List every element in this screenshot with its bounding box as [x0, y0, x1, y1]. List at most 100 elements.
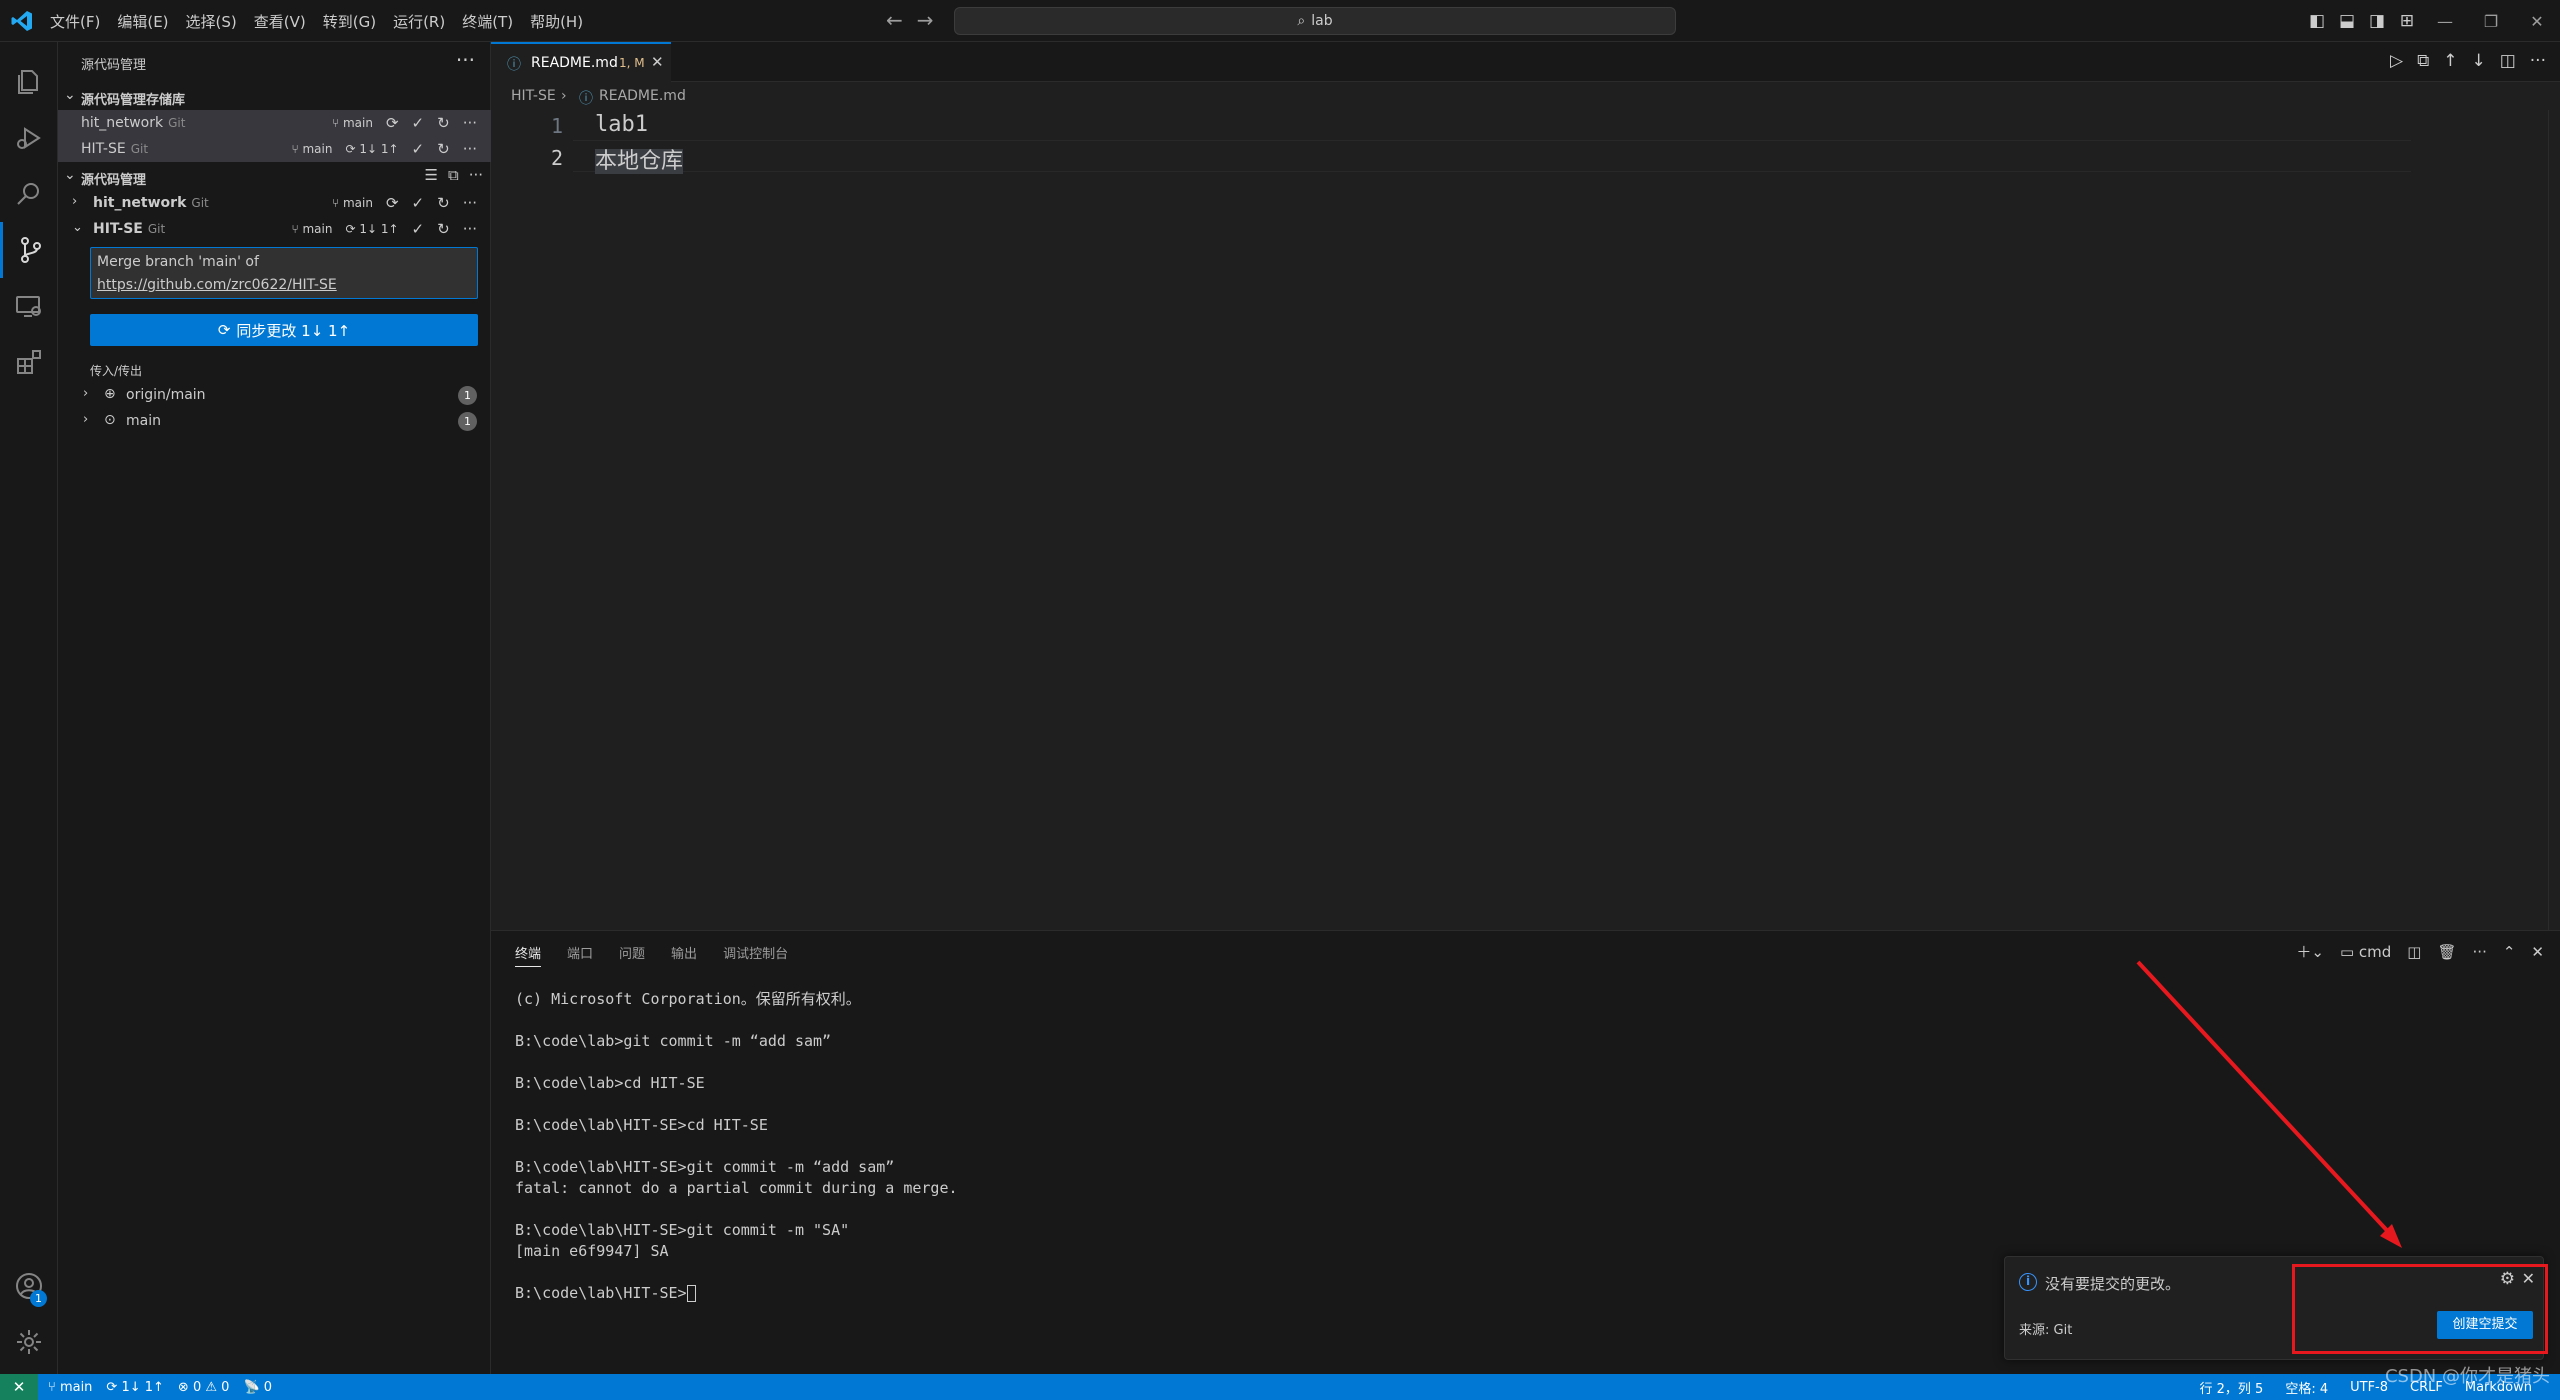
- branch-indicator[interactable]: ⑂ main: [332, 196, 373, 210]
- menu-view[interactable]: 查看(V): [254, 11, 306, 32]
- chevron-down-icon: ⌄: [72, 220, 83, 235]
- code-line[interactable]: lab1: [595, 112, 648, 137]
- source-control-icon[interactable]: [0, 222, 58, 278]
- collapse-all-icon[interactable]: ⧉: [448, 166, 459, 184]
- status-sync[interactable]: ⟳ 1↓ 1↑: [106, 1380, 164, 1395]
- refresh-icon[interactable]: ↻: [437, 140, 450, 158]
- status-encoding[interactable]: UTF-8: [2350, 1380, 2388, 1395]
- commit-check-icon[interactable]: ✓: [412, 140, 425, 158]
- tab-problems[interactable]: 问题: [619, 943, 645, 967]
- branch-indicator[interactable]: ⑂ main: [291, 142, 332, 156]
- previous-change-icon[interactable]: ↑: [2443, 51, 2457, 71]
- terminal-prompt-line: B:\code\lab\HIT-SE>: [515, 1283, 958, 1304]
- menu-go[interactable]: 转到(G): [323, 11, 376, 32]
- sidebar-more-icon[interactable]: ···: [456, 48, 475, 72]
- back-arrow-icon[interactable]: ←: [886, 8, 903, 32]
- status-indentation[interactable]: 空格: 4: [2285, 1378, 2328, 1397]
- repositories-section-header[interactable]: ⌄ 源代码管理存储库: [58, 84, 491, 110]
- sync-status[interactable]: ⟳ 1↓ 1↑: [345, 142, 398, 156]
- restore-icon[interactable]: ❐: [2468, 12, 2514, 31]
- minimize-icon[interactable]: —: [2422, 12, 2468, 31]
- sync-changes-button[interactable]: ⟳ 同步更改 1↓ 1↑: [90, 314, 478, 346]
- ref-row-origin-main[interactable]: › ⊕ origin/main 1: [58, 382, 491, 408]
- code-editor[interactable]: 1 lab1 2 本地仓库: [491, 110, 2560, 930]
- status-cursor-position[interactable]: 行 2，列 5: [2200, 1378, 2264, 1397]
- kill-terminal-icon[interactable]: 🗑: [2437, 943, 2456, 961]
- customize-layout-icon[interactable]: ⊞: [2392, 11, 2422, 31]
- terminal-output[interactable]: (c) Microsoft Corporation。保留所有权利。​B:\cod…: [515, 989, 958, 1304]
- commit-check-icon[interactable]: ✓: [412, 194, 425, 212]
- maximize-panel-icon[interactable]: ⌃: [2503, 943, 2516, 961]
- extensions-icon[interactable]: [0, 334, 58, 390]
- source-control-section-header[interactable]: ⌄ 源代码管理 ☰ ⧉ ···: [58, 164, 491, 190]
- refresh-icon[interactable]: ↻: [437, 220, 450, 238]
- tab-output[interactable]: 输出: [671, 943, 697, 967]
- toggle-panel-icon[interactable]: ⬓: [2332, 11, 2362, 31]
- breadcrumb-file[interactable]: README.md: [599, 88, 686, 104]
- more-actions-icon[interactable]: ···: [463, 114, 477, 132]
- branch-indicator[interactable]: ⑂ main: [291, 222, 332, 236]
- menu-terminal[interactable]: 终端(T): [462, 11, 513, 32]
- terminal-line: ​: [515, 1136, 958, 1157]
- menu-selection[interactable]: 选择(S): [186, 11, 237, 32]
- run-debug-icon[interactable]: [0, 110, 58, 166]
- repository-row-hit-se[interactable]: HIT-SE Git ⑂ main ⟳ 1↓ 1↑ ✓ ↻ ···: [58, 136, 491, 162]
- split-terminal-icon[interactable]: ◫: [2407, 943, 2421, 961]
- status-ports[interactable]: 📡 0: [243, 1380, 272, 1395]
- command-center-search[interactable]: ⌕ lab: [954, 7, 1676, 35]
- new-terminal-icon[interactable]: ＋⌄: [2296, 941, 2324, 962]
- next-change-icon[interactable]: ↓: [2471, 51, 2485, 71]
- sync-status[interactable]: ⟳ 1↓ 1↑: [345, 222, 398, 236]
- close-tab-icon[interactable]: ✕: [651, 53, 664, 71]
- manage-gear-icon[interactable]: [0, 1314, 58, 1370]
- explorer-icon[interactable]: [0, 54, 58, 110]
- menu-help[interactable]: 帮助(H): [530, 11, 583, 32]
- refresh-icon[interactable]: ↻: [437, 114, 450, 132]
- repository-row-hit-network[interactable]: hit_network Git ⑂ main ⟳ ✓ ↻ ···: [58, 110, 491, 136]
- terminal-shell-selector[interactable]: ▭ cmd: [2340, 943, 2391, 961]
- terminal-line: B:\code\lab\HIT-SE>git commit -m "SA": [515, 1221, 850, 1239]
- run-icon[interactable]: ▷: [2390, 51, 2403, 71]
- sync-icon[interactable]: ⟳: [386, 114, 399, 132]
- status-branch[interactable]: ⑂ main: [48, 1380, 92, 1395]
- more-actions-icon[interactable]: ···: [463, 140, 477, 158]
- commit-message-input[interactable]: Merge branch 'main' of https://github.co…: [90, 247, 478, 299]
- scm-repo-hit-se[interactable]: ⌄ HIT-SE Git ⑂ main ⟳ 1↓ 1↑ ✓ ↻ ···: [58, 216, 491, 242]
- sync-icon[interactable]: ⟳: [386, 194, 399, 212]
- forward-arrow-icon[interactable]: →: [917, 8, 934, 32]
- split-editor-icon[interactable]: ◫: [2500, 51, 2516, 71]
- tab-debug-console[interactable]: 调试控制台: [723, 943, 788, 967]
- more-actions-icon[interactable]: ···: [463, 220, 477, 238]
- scm-repo-hit-network[interactable]: › hit_network Git ⑂ main ⟳ ✓ ↻ ···: [58, 190, 491, 216]
- close-panel-icon[interactable]: ✕: [2531, 943, 2544, 961]
- editor-scrollbar[interactable]: [2548, 110, 2560, 930]
- ref-row-main[interactable]: › ⊙ main 1: [58, 408, 491, 434]
- refresh-icon[interactable]: ↻: [437, 194, 450, 212]
- menu-edit[interactable]: 编辑(E): [117, 11, 168, 32]
- menu-run[interactable]: 运行(R): [393, 11, 445, 32]
- code-line[interactable]: 本地仓库: [595, 143, 684, 175]
- remote-explorer-icon[interactable]: [0, 278, 58, 334]
- panel-more-icon[interactable]: ···: [2473, 943, 2487, 961]
- tab-readme[interactable]: ⓘ README.md 1, M ✕: [491, 42, 671, 82]
- status-problems[interactable]: ⊗ 0 ⚠ 0: [178, 1380, 230, 1395]
- commit-check-icon[interactable]: ✓: [412, 114, 425, 132]
- close-window-icon[interactable]: ✕: [2514, 12, 2560, 31]
- toggle-secondary-sidebar-icon[interactable]: ◨: [2362, 11, 2392, 31]
- editor-more-icon[interactable]: ···: [2530, 51, 2546, 71]
- tab-ports[interactable]: 端口: [567, 943, 593, 967]
- tab-terminal[interactable]: 终端: [515, 943, 542, 967]
- commit-check-icon[interactable]: ✓: [412, 220, 425, 238]
- open-preview-icon[interactable]: ⧉: [2417, 51, 2429, 71]
- breadcrumb-folder[interactable]: HIT-SE: [511, 88, 556, 104]
- section-more-icon[interactable]: ···: [469, 166, 483, 184]
- remote-indicator-icon[interactable]: ✕: [0, 1374, 38, 1400]
- branch-indicator[interactable]: ⑂ main: [332, 116, 373, 130]
- toggle-primary-sidebar-icon[interactable]: ◧: [2302, 11, 2332, 31]
- ref-count-badge: 1: [458, 386, 477, 405]
- menu-file[interactable]: 文件(F): [50, 11, 100, 32]
- accounts-icon[interactable]: 1: [0, 1258, 58, 1314]
- more-actions-icon[interactable]: ···: [463, 194, 477, 212]
- search-view-icon[interactable]: [0, 166, 58, 222]
- view-as-list-icon[interactable]: ☰: [425, 166, 438, 184]
